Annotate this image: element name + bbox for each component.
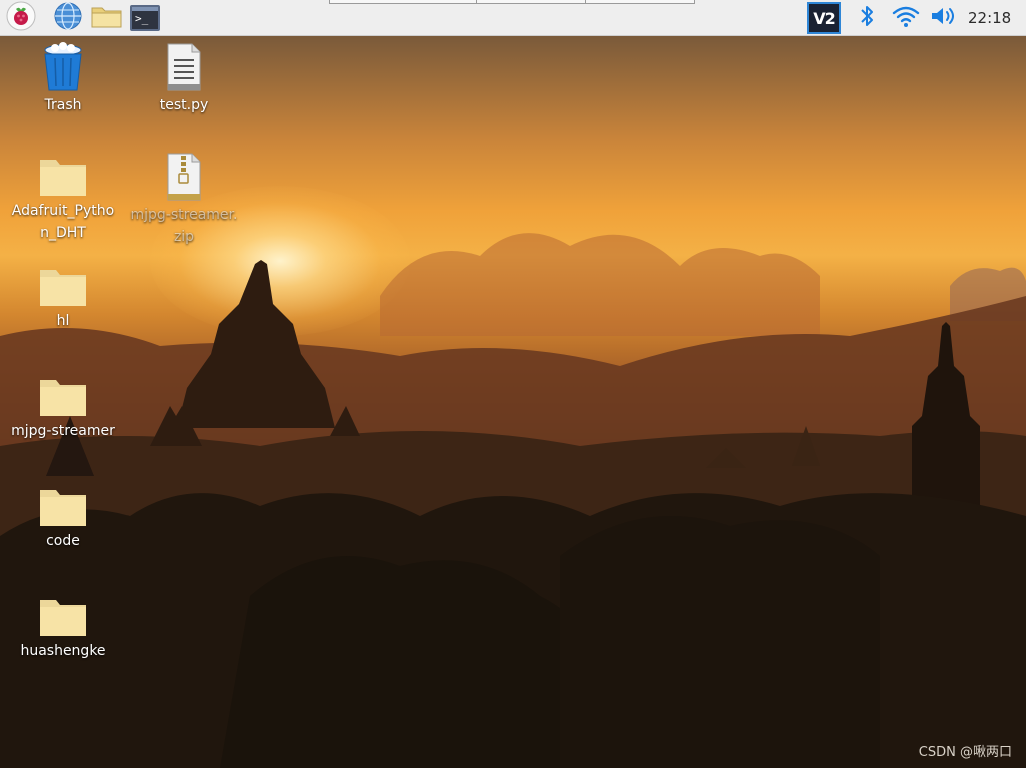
terminal-glyph: >_ <box>135 12 149 25</box>
terminal-button[interactable]: >_ <box>129 2 161 34</box>
desktop-icon-trash[interactable]: Trash <box>8 42 118 116</box>
wallpaper-landscape <box>0 233 1026 768</box>
desktop-background: Trash test.py Adafruit_Python_DHT mjpg-s… <box>0 36 1026 768</box>
desktop-icon-hl[interactable]: hl <box>8 266 118 332</box>
folder-icon <box>38 156 88 198</box>
globe-icon <box>53 1 83 35</box>
desktop-icon-mjpg-streamer-zip[interactable]: mjpg-streamer.zip <box>129 152 239 248</box>
desktop-icon-code[interactable]: code <box>8 486 118 552</box>
terminal-icon: >_ <box>130 5 160 31</box>
desktop-icon-label: code <box>46 533 80 549</box>
desktop-icon-huashengke[interactable]: huashengke <box>8 596 118 662</box>
taskbar: >_ V2 22:18 <box>0 0 1026 36</box>
raspberry-icon <box>6 1 36 35</box>
bluetooth-icon <box>857 3 877 33</box>
bluetooth-tray-button[interactable] <box>854 1 880 35</box>
clock[interactable]: 22:18 <box>968 0 1011 36</box>
vnc-icon: V2 <box>807 2 841 34</box>
wifi-tray-button[interactable] <box>890 1 922 35</box>
desktop-icon-label: Adafruit_Python_DHT <box>11 203 115 241</box>
volume-icon <box>929 4 959 32</box>
desktop-icon-mjpg-streamer[interactable]: mjpg-streamer <box>8 376 118 442</box>
vnc-tray-button[interactable]: V2 <box>806 1 842 35</box>
desktop-icon-label: test.py <box>159 97 209 113</box>
web-browser-button[interactable] <box>52 2 84 34</box>
folder-icon <box>38 596 88 638</box>
folder-icon <box>90 2 124 34</box>
folder-icon <box>38 376 88 418</box>
desktop-icon-label: mjpg-streamer <box>11 423 115 439</box>
vnc-label: V2 <box>813 8 835 28</box>
desktop-icon-test-py[interactable]: test.py <box>129 42 239 116</box>
desktop-icon-label: hl <box>56 313 70 329</box>
desktop-icon-label: Trash <box>44 97 82 113</box>
trash-icon <box>39 42 87 92</box>
wifi-icon <box>892 4 920 32</box>
text-file-icon <box>164 42 204 92</box>
raspberry-menu-button[interactable] <box>5 1 37 35</box>
folder-icon <box>38 486 88 528</box>
window-list-strip[interactable] <box>329 0 695 4</box>
file-manager-button[interactable] <box>90 2 124 34</box>
zip-file-icon <box>164 152 204 202</box>
desktop-icon-label: huashengke <box>20 643 106 659</box>
desktop-icon-adafruit-python-dht[interactable]: Adafruit_Python_DHT <box>8 156 118 244</box>
volume-tray-button[interactable] <box>928 1 960 35</box>
watermark: CSDN @啾两口 <box>918 745 1012 760</box>
desktop-icon-label: mjpg-streamer.zip <box>130 207 238 245</box>
folder-icon <box>38 266 88 308</box>
